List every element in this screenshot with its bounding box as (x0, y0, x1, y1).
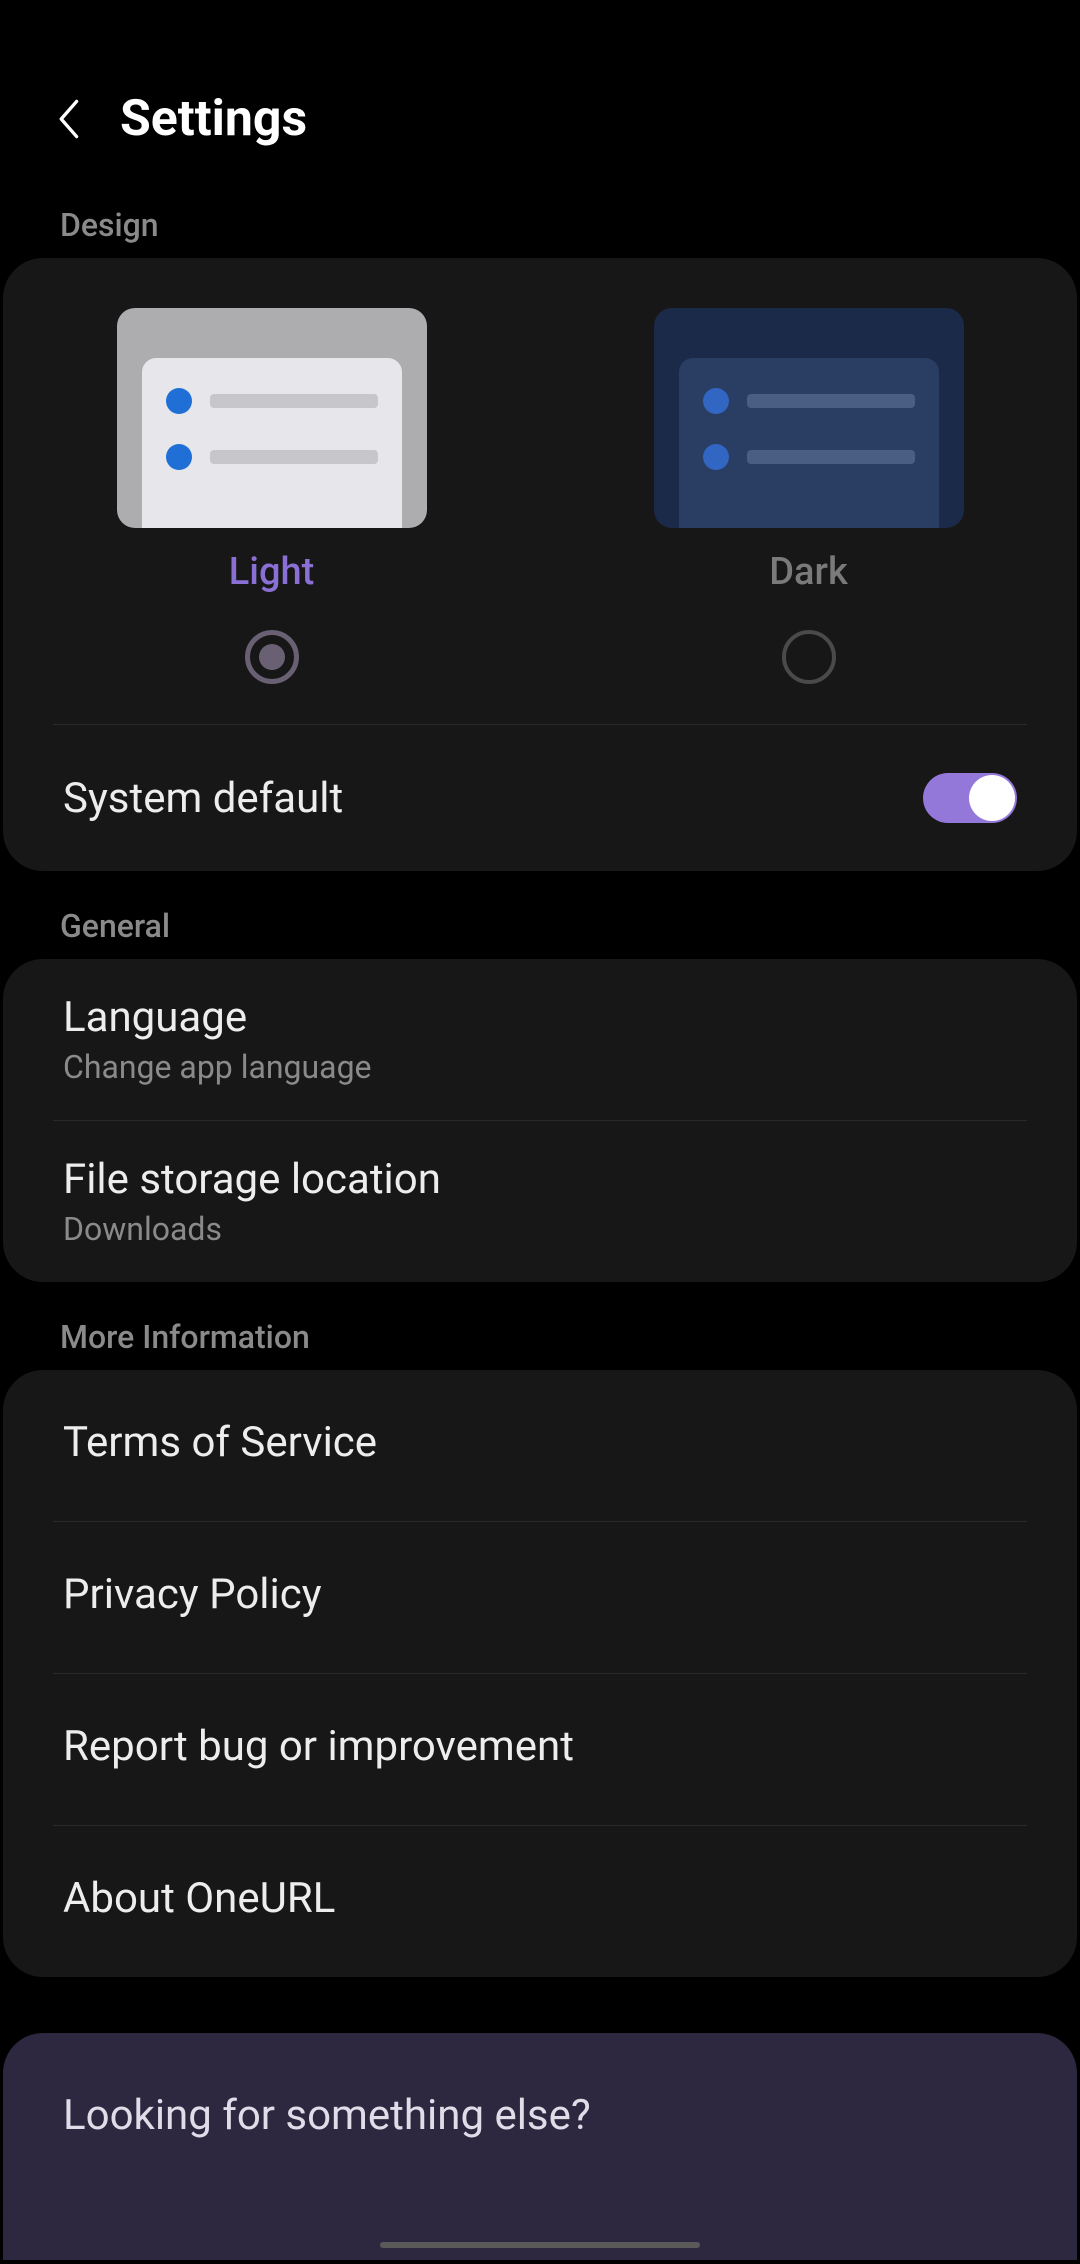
general-card: Language Change app language File storag… (3, 959, 1077, 1282)
page-title: Settings (120, 90, 307, 148)
theme-preview-light (117, 308, 427, 528)
language-row[interactable]: Language Change app language (3, 959, 1077, 1120)
storage-row[interactable]: File storage location Downloads (3, 1121, 1077, 1282)
about-title: About OneURL (63, 1874, 1017, 1923)
theme-label-dark: Dark (769, 550, 848, 594)
report-title: Report bug or improvement (63, 1722, 1017, 1771)
system-default-toggle[interactable] (923, 773, 1017, 823)
about-row[interactable]: About OneURL (3, 1826, 1077, 1977)
language-subtitle: Change app language (63, 1048, 1017, 1086)
terms-row[interactable]: Terms of Service (3, 1370, 1077, 1521)
back-icon[interactable] (50, 99, 90, 139)
terms-title: Terms of Service (63, 1418, 1017, 1467)
theme-option-dark[interactable]: Dark (540, 308, 1077, 684)
section-header-general: General (0, 871, 1080, 959)
design-card: Light Dark System default (3, 258, 1077, 871)
storage-subtitle: Downloads (63, 1210, 1017, 1248)
system-default-label: System default (63, 774, 343, 823)
language-title: Language (63, 993, 1017, 1042)
radio-dark[interactable] (782, 630, 836, 684)
section-header-more-info: More Information (0, 1282, 1080, 1370)
report-row[interactable]: Report bug or improvement (3, 1674, 1077, 1825)
privacy-row[interactable]: Privacy Policy (3, 1522, 1077, 1673)
home-indicator[interactable] (380, 2242, 700, 2248)
system-default-row[interactable]: System default (3, 725, 1077, 871)
radio-light[interactable] (245, 630, 299, 684)
theme-label-light: Light (229, 550, 315, 594)
theme-preview-dark (654, 308, 964, 528)
section-header-design: Design (0, 188, 1080, 258)
storage-title: File storage location (63, 1155, 1017, 1204)
theme-option-light[interactable]: Light (3, 308, 540, 684)
privacy-title: Privacy Policy (63, 1570, 1017, 1619)
footer-card[interactable]: Looking for something else? (3, 2033, 1077, 2260)
more-info-card: Terms of Service Privacy Policy Report b… (3, 1370, 1077, 1977)
footer-text: Looking for something else? (63, 2091, 1017, 2140)
